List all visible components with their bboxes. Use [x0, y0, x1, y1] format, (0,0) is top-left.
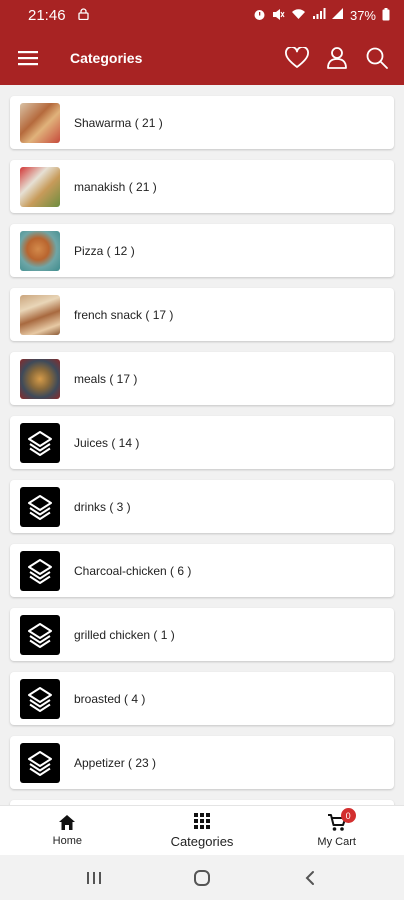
status-bar: 21:46 37%	[0, 0, 404, 30]
menu-button[interactable]	[16, 46, 40, 70]
category-label: broasted ( 4 )	[74, 691, 146, 706]
status-left: 21:46	[28, 7, 89, 24]
layers-logo-icon	[20, 614, 60, 655]
category-item-shawarma[interactable]: Shawarma ( 21 )	[10, 96, 394, 149]
status-time: 21:46	[28, 6, 66, 24]
category-label: drinks ( 3 )	[74, 499, 131, 514]
category-item-drinks[interactable]: drinks ( 3 )	[10, 480, 394, 533]
category-item-juices[interactable]: Juices ( 14 )	[10, 416, 394, 469]
nav-home[interactable]: Home	[0, 806, 135, 855]
favorites-button[interactable]	[284, 45, 310, 71]
category-list: Shawarma ( 21 ) manakish ( 21 ) Pizza ( …	[0, 85, 404, 805]
category-thumbnail	[20, 230, 60, 271]
category-item-meals[interactable]: meals ( 17 )	[10, 352, 394, 405]
layers-logo-icon	[20, 678, 60, 719]
category-label: Shawarma ( 21 )	[74, 115, 163, 130]
grid-icon	[194, 813, 210, 829]
page-title: Categories	[70, 49, 143, 66]
category-label: meals ( 17 )	[74, 371, 138, 386]
cart-count-badge: 0	[340, 808, 356, 823]
nav-home-label: Home	[52, 835, 82, 847]
layers-logo-icon	[20, 742, 60, 783]
category-item-manakish[interactable]: manakish ( 21 )	[10, 160, 394, 213]
category-label: Juices ( 14 )	[74, 435, 140, 450]
category-thumbnail	[20, 294, 60, 335]
category-item-french-snack[interactable]: french snack ( 17 )	[10, 288, 394, 341]
user-icon	[327, 46, 347, 69]
alarm-icon	[253, 8, 266, 23]
category-item-appetizer[interactable]: Appetizer ( 23 )	[10, 736, 394, 789]
category-thumbnail	[20, 166, 60, 207]
wifi-icon	[291, 8, 306, 22]
search-button[interactable]	[364, 45, 390, 71]
nav-cart[interactable]: 0 My Cart	[269, 806, 404, 855]
account-button[interactable]	[324, 45, 350, 71]
home-circle-icon	[194, 869, 210, 886]
category-label: Appetizer ( 23 )	[74, 755, 157, 770]
system-nav-bar	[0, 855, 404, 900]
category-thumbnail	[20, 358, 60, 399]
signal-icon	[312, 8, 326, 22]
nav-cart-label: My Cart	[317, 835, 356, 848]
battery-icon	[382, 7, 390, 23]
category-item-grilled-chicken[interactable]: grilled chicken ( 1 )	[10, 608, 394, 661]
category-item-pizza[interactable]: Pizza ( 12 )	[10, 224, 394, 277]
lock-icon	[77, 8, 89, 22]
mute-icon	[272, 8, 285, 23]
category-item-charcoal-chicken[interactable]: Charcoal-chicken ( 6 )	[10, 544, 394, 597]
status-right: 37%	[253, 7, 390, 23]
category-item-broasted[interactable]: broasted ( 4 )	[10, 672, 394, 725]
heart-icon	[285, 46, 309, 68]
search-icon	[366, 47, 388, 69]
app-bar: Categories	[0, 30, 404, 85]
category-label: manakish ( 21 )	[74, 179, 157, 194]
category-label: Pizza ( 12 )	[74, 243, 135, 258]
menu-icon	[18, 50, 38, 65]
home-icon	[59, 815, 76, 830]
signal-icon-2	[331, 8, 344, 22]
bottom-nav: Home Categories 0 My Cart	[0, 805, 404, 855]
category-label: Charcoal-chicken ( 6 )	[74, 563, 192, 578]
battery-level: 37%	[349, 7, 376, 23]
category-thumbnail	[20, 102, 60, 143]
home-system-button[interactable]	[182, 863, 222, 893]
layers-logo-icon	[20, 486, 60, 527]
layers-logo-icon	[20, 550, 60, 591]
nav-categories-label: Categories	[170, 834, 234, 849]
layers-logo-icon	[20, 422, 60, 463]
category-label: grilled chicken ( 1 )	[74, 627, 175, 642]
back-button[interactable]	[290, 863, 330, 893]
recent-apps-button[interactable]	[74, 863, 114, 893]
nav-categories[interactable]: Categories	[135, 806, 270, 855]
app-bar-actions	[284, 45, 390, 71]
back-icon	[305, 870, 314, 885]
category-label: french snack ( 17 )	[74, 307, 174, 322]
recent-apps-icon	[87, 871, 101, 884]
